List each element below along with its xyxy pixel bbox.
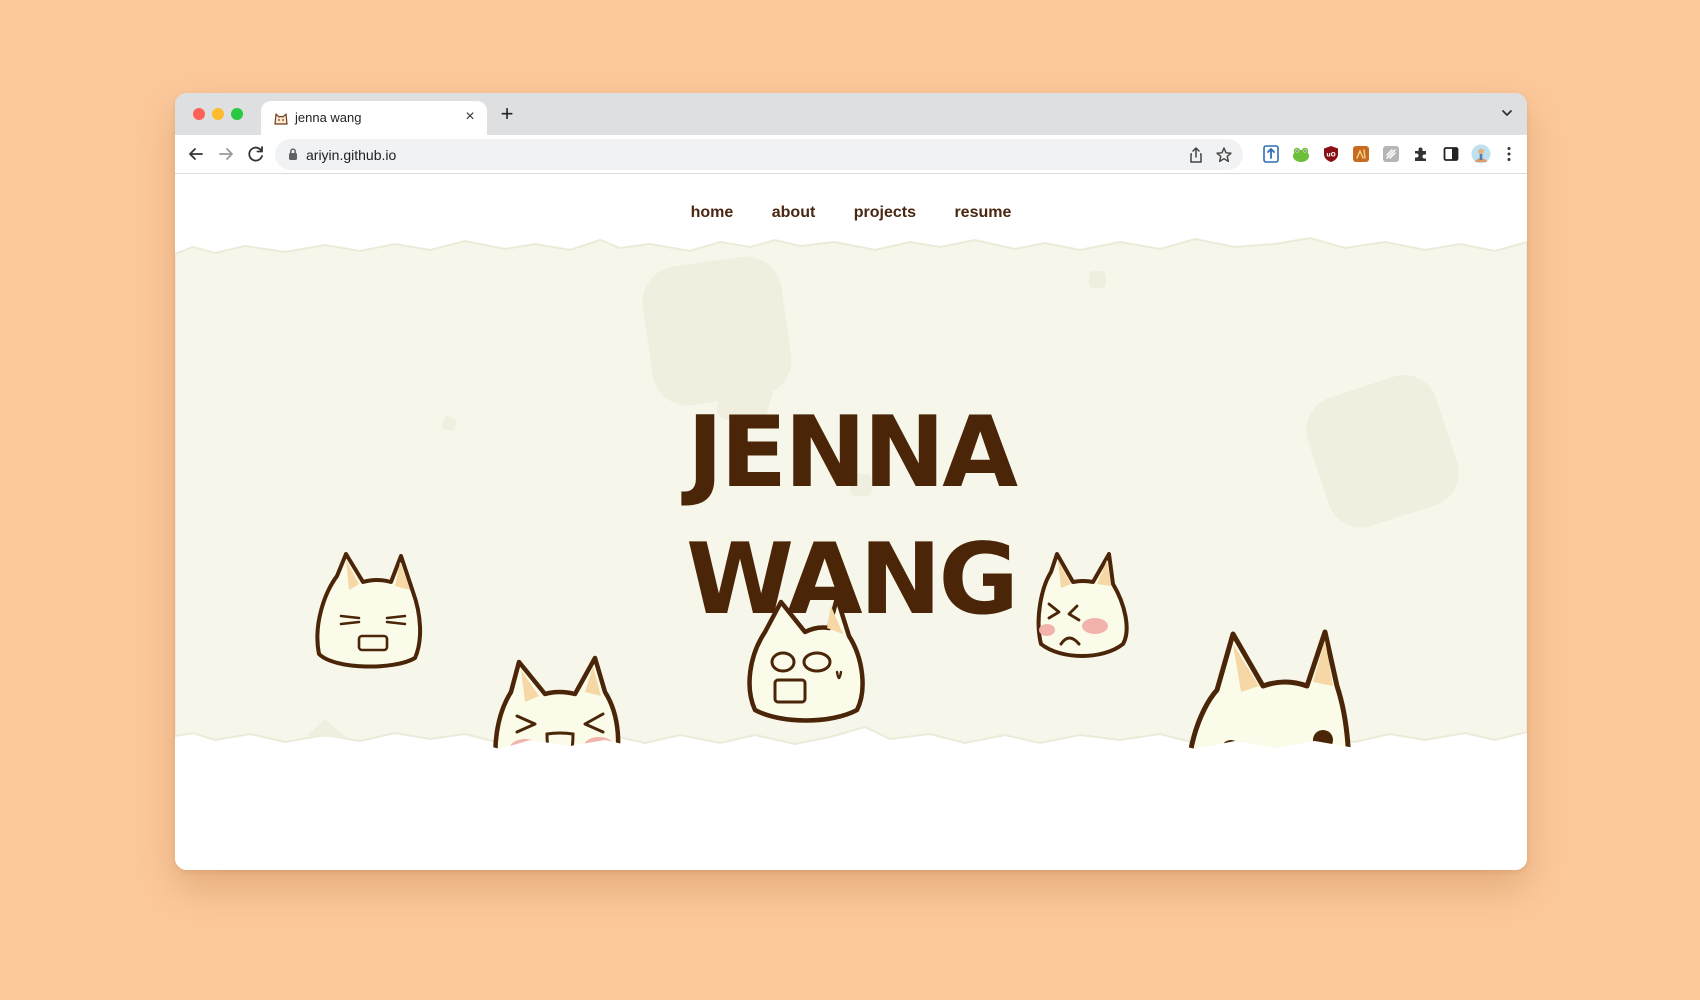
tab-strip: jenna wang × + (175, 93, 1527, 135)
extension-frog-icon[interactable] (1292, 145, 1310, 163)
svg-text:uO: uO (1326, 152, 1335, 159)
side-panel-icon[interactable] (1442, 145, 1460, 163)
tab-active[interactable]: jenna wang × (261, 101, 487, 135)
address-bar[interactable]: ariyin.github.io (275, 139, 1243, 170)
lock-icon[interactable] (286, 147, 300, 161)
chevron-down-icon[interactable] (1499, 105, 1515, 121)
kebab-menu-icon[interactable] (1500, 145, 1518, 163)
star-icon[interactable] (1215, 146, 1233, 164)
cat-favicon-icon (274, 113, 288, 125)
url-text[interactable]: ariyin.github.io (306, 147, 396, 163)
ublock-icon[interactable]: uO (1322, 145, 1340, 163)
minimize-window-button[interactable] (212, 108, 224, 120)
extension-gray-icon[interactable] (1382, 145, 1400, 163)
tab-close-button[interactable]: × (461, 108, 479, 126)
avatar[interactable] (1471, 144, 1491, 164)
share-icon[interactable] (1187, 146, 1205, 164)
extension-blue-icon[interactable] (1262, 145, 1280, 163)
new-tab-button[interactable]: + (495, 103, 519, 127)
browser-window: jenna wang × + ariyin.github.io uO home … (175, 93, 1527, 870)
browser-toolbar: ariyin.github.io uO (175, 135, 1527, 174)
tab-title: jenna wang (295, 110, 362, 125)
reload-icon[interactable] (245, 143, 267, 165)
puzzle-icon[interactable] (1412, 145, 1430, 163)
web-page: home about projects resume JENNA WANG (175, 174, 1527, 870)
extension-orange-icon[interactable] (1352, 145, 1370, 163)
arrow-left-icon[interactable] (185, 143, 207, 165)
torn-paper-bottom (175, 733, 1527, 870)
arrow-right-icon[interactable] (215, 143, 237, 165)
close-window-button[interactable] (193, 108, 205, 120)
maximize-window-button[interactable] (231, 108, 243, 120)
